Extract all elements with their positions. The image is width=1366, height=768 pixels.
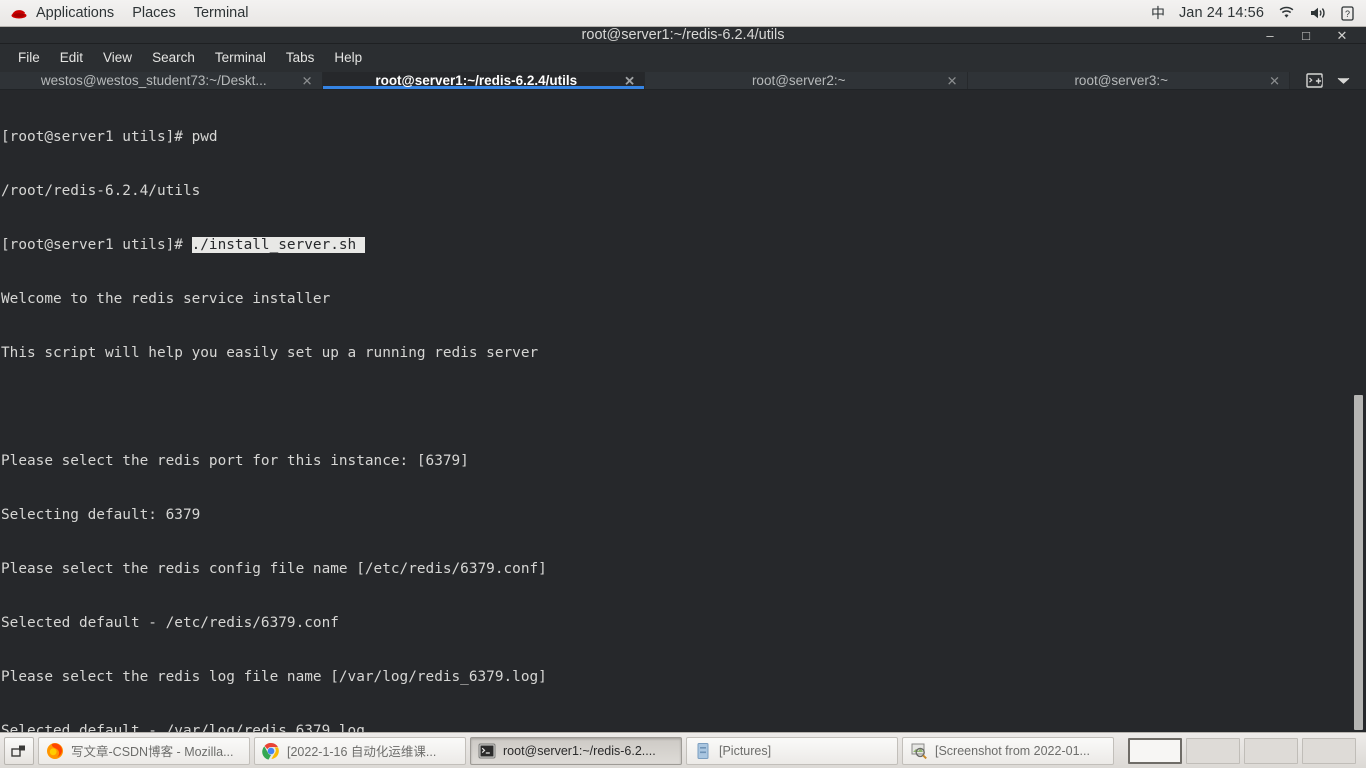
terminal-line: Selected default - /var/log/redis_6379.l…: [1, 723, 365, 732]
terminal-line: Please select the redis config file name…: [1, 561, 547, 577]
wifi-icon[interactable]: [1278, 6, 1295, 20]
taskbar-item-label: 写文章-CSDN博客 - Mozilla...: [71, 745, 234, 759]
terminal-line: Please select the redis log file name [/…: [1, 669, 547, 685]
terminal-line-selected-command: [root@server1 utils]# ./install_server.s…: [1, 236, 1351, 254]
terminal-window: root@server1:~/redis-6.2.4/utils – □ ✕ F…: [0, 27, 1366, 732]
chrome-icon: [262, 742, 279, 760]
workspace-switcher: [1128, 737, 1362, 764]
terminal-line: Please select the redis port for this in…: [1, 453, 469, 469]
taskbar-item-screenshot[interactable]: [Screenshot from 2022-01...: [902, 736, 1114, 765]
workspace-3[interactable]: [1244, 737, 1298, 764]
window-title: root@server1:~/redis-6.2.4/utils: [581, 27, 785, 43]
taskbar: 写文章-CSDN博客 - Mozilla... [2022-1-16 自动化运维…: [0, 732, 1366, 768]
volume-icon[interactable]: [1309, 6, 1327, 20]
menu-view[interactable]: View: [93, 44, 142, 72]
panel-status-area: 中 Jan 24 14:56 ?: [1151, 3, 1366, 23]
terminal-line: Selecting default: 6379: [1, 507, 201, 523]
menu-search[interactable]: Search: [142, 44, 205, 72]
show-desktop-icon[interactable]: [4, 736, 34, 765]
maximize-button[interactable]: □: [1298, 27, 1314, 43]
tab-close-icon[interactable]: ✕: [624, 74, 635, 87]
chevron-down-icon[interactable]: [1337, 76, 1350, 85]
menu-terminal[interactable]: Terminal: [205, 44, 276, 72]
firefox-icon: [47, 742, 63, 759]
tab-server3[interactable]: root@server3:~ ✕: [967, 72, 1290, 89]
terminal-icon: [478, 743, 496, 758]
terminal-line: [root@server1 utils]# pwd: [1, 129, 218, 145]
battery-unknown-icon[interactable]: ?: [1341, 5, 1354, 21]
image-viewer-icon: [911, 743, 927, 759]
shell-prompt: [root@server1 utils]#: [1, 237, 192, 253]
window-controls: – □ ✕: [1262, 27, 1366, 43]
new-terminal-tab-icon[interactable]: [1306, 72, 1323, 89]
close-button[interactable]: ✕: [1334, 27, 1350, 43]
taskbar-item-label: [2022-1-16 自动化运维课...: [287, 745, 437, 759]
terminal-line: /root/redis-6.2.4/utils: [1, 183, 201, 199]
selected-text: ./install_server.sh: [191, 237, 365, 253]
tab-label: root@server2:~: [751, 73, 846, 88]
menu-tabs[interactable]: Tabs: [276, 44, 325, 72]
svg-text:?: ?: [1345, 9, 1350, 19]
terminal-body[interactable]: [root@server1 utils]# pwd /root/redis-6.…: [0, 90, 1366, 732]
terminal-app-menu-label: Terminal: [193, 4, 249, 21]
tab-close-icon[interactable]: ✕: [302, 74, 313, 87]
workspace-2[interactable]: [1186, 737, 1240, 764]
minimize-button[interactable]: –: [1262, 27, 1278, 43]
tab-server1-utils[interactable]: root@server1:~/redis-6.2.4/utils ✕: [322, 72, 645, 89]
tab-label: root@server3:~: [1074, 73, 1169, 88]
terminal-line: This script will help you easily set up …: [1, 345, 539, 361]
clock[interactable]: Jan 24 14:56: [1179, 5, 1264, 21]
taskbar-item-terminal[interactable]: root@server1:~/redis-6.2....: [470, 736, 682, 765]
menubar: File Edit View Search Terminal Tabs Help: [0, 44, 1366, 72]
tab-bar: westos@westos_student73:~/Deskt... ✕ roo…: [0, 72, 1366, 90]
places-menu-label: Places: [132, 4, 176, 21]
window-titlebar: root@server1:~/redis-6.2.4/utils – □ ✕: [0, 27, 1366, 44]
workspace-1[interactable]: [1128, 737, 1182, 764]
scrollbar-thumb[interactable]: [1354, 395, 1363, 730]
places-menu[interactable]: Places: [123, 0, 185, 27]
menu-edit[interactable]: Edit: [50, 44, 93, 72]
terminal-line: Selected default - /etc/redis/6379.conf: [1, 615, 339, 631]
gnome-top-panel: Applications Places Terminal 中 Jan 24 14…: [0, 0, 1366, 27]
terminal-output[interactable]: [root@server1 utils]# pwd /root/redis-6.…: [0, 90, 1351, 732]
menu-file[interactable]: File: [8, 44, 50, 72]
tab-label: root@server1:~/redis-6.2.4/utils: [375, 73, 578, 88]
tab-close-icon[interactable]: ✕: [947, 74, 958, 87]
taskbar-item-pictures[interactable]: [Pictures]: [686, 736, 898, 765]
tab-label: westos@westos_student73:~/Deskt...: [40, 73, 267, 88]
terminal-line: Welcome to the redis service installer: [1, 291, 331, 307]
applications-menu-label: Applications: [36, 4, 115, 21]
workspace-4[interactable]: [1302, 737, 1356, 764]
menu-help[interactable]: Help: [324, 44, 372, 72]
input-method-indicator[interactable]: 中: [1151, 3, 1165, 23]
taskbar-item-firefox[interactable]: 写文章-CSDN博客 - Mozilla...: [38, 736, 250, 765]
redhat-logo-icon: [11, 10, 27, 19]
tab-close-icon[interactable]: ✕: [1269, 74, 1280, 87]
terminal-app-menu[interactable]: Terminal: [185, 0, 258, 27]
file-manager-icon: [697, 742, 709, 759]
tab-bar-tools: [1290, 72, 1366, 89]
taskbar-item-label: [Pictures]: [719, 743, 772, 758]
tab-server2[interactable]: root@server2:~ ✕: [645, 72, 968, 89]
tab-westos-student73[interactable]: westos@westos_student73:~/Deskt... ✕: [0, 72, 323, 89]
taskbar-item-chrome[interactable]: [2022-1-16 自动化运维课...: [254, 736, 466, 765]
applications-menu[interactable]: Applications: [0, 0, 123, 27]
terminal-scrollbar[interactable]: [1351, 90, 1366, 732]
taskbar-item-label: root@server1:~/redis-6.2....: [503, 743, 656, 758]
taskbar-item-label: [Screenshot from 2022-01...: [935, 743, 1090, 758]
